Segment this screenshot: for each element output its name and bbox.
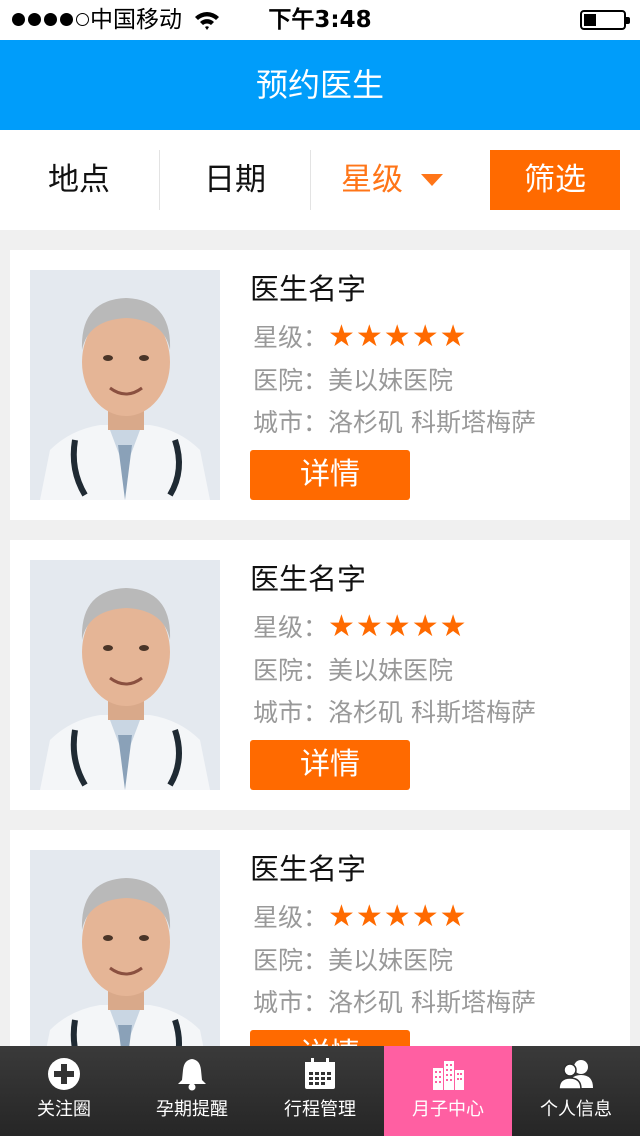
filter-star-rating[interactable]: 星级 — [312, 130, 472, 230]
star-icon: ★★★★★ — [328, 609, 468, 644]
tab-follow-circle[interactable]: 关注圈 — [0, 1046, 128, 1136]
filter-bar: 地点 日期 星级 筛选 — [0, 130, 640, 230]
tab-confinement-center[interactable]: 月子中心 — [384, 1046, 512, 1136]
star-icon: ★★★★★ — [328, 899, 468, 934]
filter-location-label: 地点 — [48, 162, 110, 198]
detail-button[interactable]: 详情 — [250, 1030, 410, 1046]
doctor-name: 医生名字 — [250, 272, 367, 306]
doctor-city: 城市：洛杉矶 科斯塔梅萨 — [253, 988, 536, 1017]
status-time: 下午3:48 — [268, 7, 372, 33]
tab-label: 孕期提醒 — [156, 1099, 228, 1120]
tab-label: 关注圈 — [37, 1099, 91, 1120]
rating-label: 星级： — [253, 903, 329, 932]
doctor-hospital: 医院：美以妹医院 — [253, 366, 454, 395]
doctor-city: 城市：洛杉矶 科斯塔梅萨 — [253, 698, 536, 727]
doctor-city: 城市：洛杉矶 科斯塔梅萨 — [253, 408, 536, 437]
filter-divider — [310, 150, 311, 210]
page-title: 预约医生 — [255, 66, 384, 104]
detail-button[interactable]: 详情 — [250, 740, 410, 790]
buildings-icon — [433, 1061, 464, 1090]
doctor-name: 医生名字 — [250, 852, 367, 886]
tab-label: 个人信息 — [540, 1099, 612, 1120]
tab-personal-info[interactable]: 个人信息 — [512, 1046, 640, 1136]
filter-date[interactable]: 日期 — [160, 130, 310, 230]
tab-label: 月子中心 — [412, 1099, 484, 1120]
doctor-rating: 星级：★★★★★ — [253, 900, 468, 935]
bell-icon — [178, 1059, 206, 1091]
tab-pregnancy-reminder[interactable]: 孕期提醒 — [128, 1046, 256, 1136]
doctor-rating: 星级：★★★★★ — [253, 320, 468, 355]
star-icon: ★★★★★ — [328, 319, 468, 354]
filter-star-label: 星级 — [341, 162, 403, 198]
doctor-photo — [30, 270, 220, 500]
detail-button[interactable]: 详情 — [250, 450, 410, 500]
rating-label: 星级： — [253, 613, 329, 642]
users-icon — [558, 1060, 593, 1090]
doctor-name: 医生名字 — [250, 562, 367, 596]
doctor-hospital: 医院：美以妹医院 — [253, 946, 454, 975]
battery-icon — [580, 10, 630, 30]
doctor-card: 医生名字 星级：★★★★★ 医院：美以妹医院 城市：洛杉矶 科斯塔梅萨 详情 — [10, 830, 630, 1046]
nav-bar: 预约医生 — [0, 40, 640, 130]
doctor-rating: 星级：★★★★★ — [253, 610, 468, 645]
doctor-card: 医生名字 星级：★★★★★ 医院：美以妹医院 城市：洛杉矶 科斯塔梅萨 详情 — [10, 250, 630, 520]
rating-label: 星级： — [253, 323, 329, 352]
filter-button[interactable]: 筛选 — [490, 150, 620, 210]
doctor-card: 医生名字 星级：★★★★★ 医院：美以妹医院 城市：洛杉矶 科斯塔梅萨 详情 — [10, 540, 630, 810]
doctor-photo — [30, 850, 220, 1046]
filter-date-label: 日期 — [204, 162, 266, 198]
doctor-photo — [30, 560, 220, 790]
plus-circle-icon — [48, 1058, 80, 1090]
tab-bar: 关注圈 孕期提醒 行程管理 月子中心 个人信息 — [0, 1046, 640, 1136]
doctor-list[interactable]: 医生名字 星级：★★★★★ 医院：美以妹医院 城市：洛杉矶 科斯塔梅萨 详情 医… — [0, 230, 640, 1046]
tab-schedule[interactable]: 行程管理 — [256, 1046, 384, 1136]
calendar-icon — [305, 1058, 335, 1089]
status-bar: 中国移动 下午3:48 — [0, 0, 640, 40]
tab-label: 行程管理 — [284, 1099, 356, 1120]
doctor-hospital: 医院：美以妹医院 — [253, 656, 454, 685]
dropdown-arrow-icon — [421, 173, 443, 186]
filter-location[interactable]: 地点 — [0, 130, 158, 230]
